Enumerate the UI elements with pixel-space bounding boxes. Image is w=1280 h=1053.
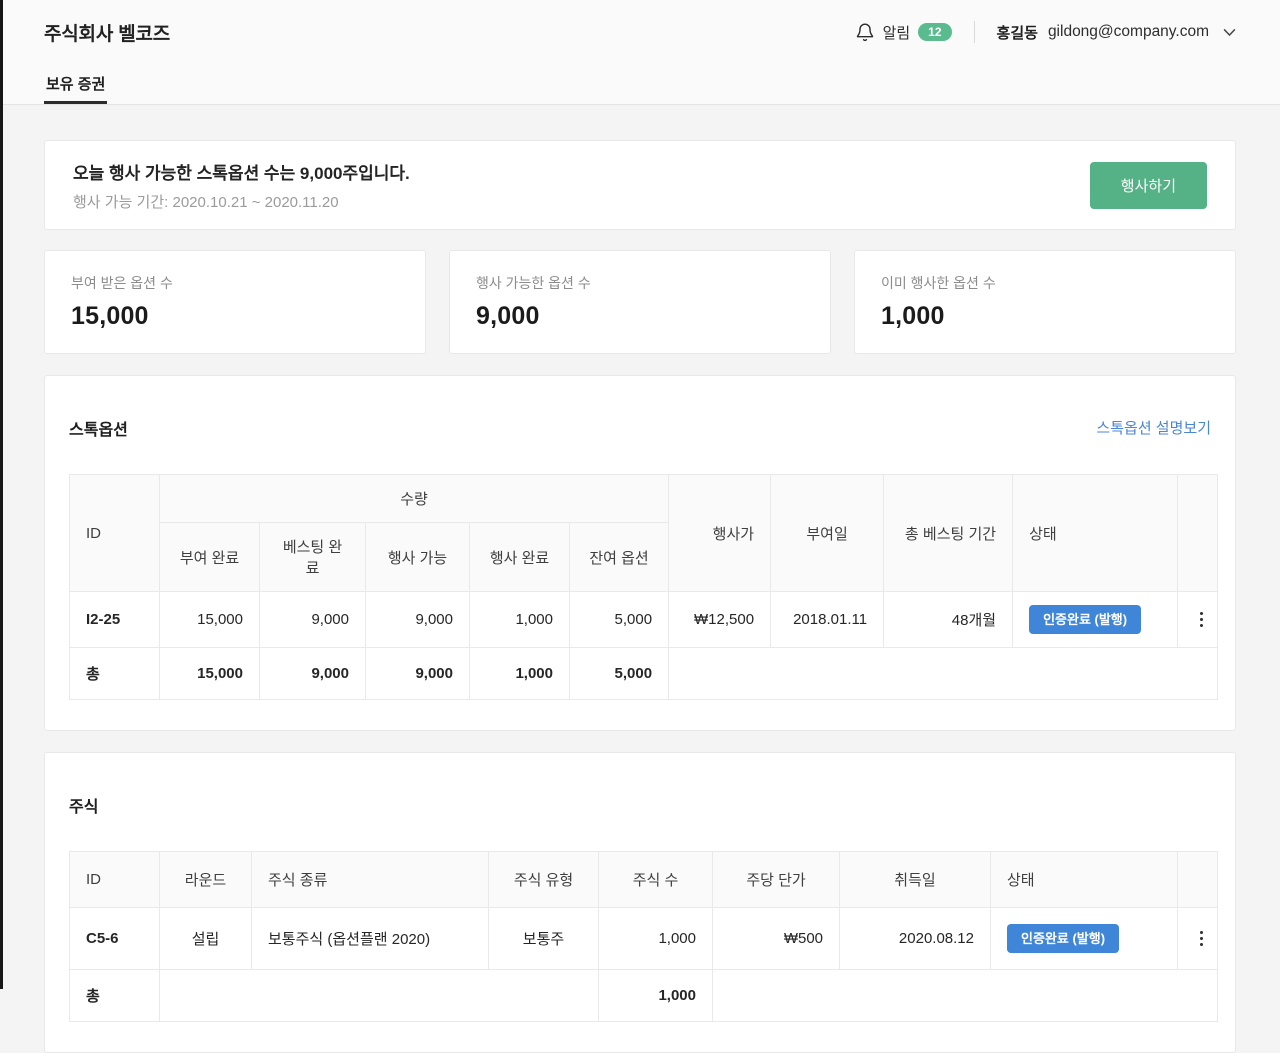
- total-row-spacer: [712, 969, 1218, 1022]
- col-header-id: ID: [69, 474, 160, 592]
- share-acquired-date: 2020.08.12: [839, 907, 991, 970]
- user-email: gildong@company.com: [1047, 23, 1209, 40]
- col-header-actions: [1177, 474, 1219, 592]
- total-granted: 15,000: [159, 647, 260, 700]
- total-row-spacer: [159, 969, 599, 1022]
- col-header-vested: 베스팅 완료: [259, 522, 366, 592]
- col-header-share-count: 주식 수: [598, 851, 713, 908]
- col-header-id: ID: [69, 851, 160, 908]
- main-content: 오늘 행사 가능한 스톡옵션 수는 9,000주입니다. 행사 가능 기간: 2…: [0, 140, 1280, 1053]
- col-header-vesting-period: 총 베스팅 기간: [883, 474, 1014, 592]
- option-grant-date: 2018.01.11: [770, 591, 885, 648]
- share-round: 설립: [159, 907, 252, 970]
- total-vested: 9,000: [259, 647, 366, 700]
- col-header-share-type: 주식 유형: [488, 851, 599, 908]
- stock-option-total-row: 총 15,000 9,000 9,000 1,000 5,000: [69, 647, 1219, 700]
- notification-button[interactable]: 알림 12: [855, 22, 952, 43]
- share-total-row: 총 1,000: [69, 969, 1218, 1022]
- option-remaining: 5,000: [568, 591, 670, 648]
- stat-label: 행사 가능한 옵션 수: [476, 275, 591, 291]
- col-header-round: 라운드: [159, 851, 252, 908]
- share-unit-price: ₩500: [712, 907, 840, 970]
- chevron-down-icon: [1223, 28, 1236, 37]
- col-header-exercised: 행사 완료: [469, 522, 570, 592]
- stat-value: 9,000: [476, 302, 540, 330]
- stock-options-info-link[interactable]: 스톡옵션 설명보기: [1096, 417, 1211, 438]
- total-share-count: 1,000: [598, 969, 713, 1022]
- option-exercised: 1,000: [469, 591, 570, 648]
- status-badge: 인증완료 (발행): [1029, 605, 1142, 634]
- card-granted-options: 부여 받은 옵션 수 15,000: [44, 250, 426, 354]
- stock-options-title: 스톡옵션: [69, 421, 128, 439]
- bell-icon: [855, 22, 875, 43]
- col-header-quantity-group: 수량: [158, 474, 670, 523]
- notification-count-badge: 12: [918, 23, 952, 41]
- card-exercised-options: 이미 행사한 옵션 수 1,000: [854, 250, 1236, 354]
- option-exercisable: 9,000: [365, 591, 470, 648]
- col-header-acquired-date: 취득일: [839, 851, 991, 908]
- share-type: 보통주: [488, 907, 599, 970]
- option-granted: 15,000: [159, 591, 260, 648]
- exercise-button[interactable]: 행사하기: [1089, 161, 1207, 209]
- company-title: 주식회사 벨코즈: [44, 23, 171, 45]
- exercise-period: 행사 가능 기간: 2020.10.21 ~ 2020.11.20: [73, 193, 339, 211]
- share-count: 1,000: [598, 907, 713, 970]
- col-header-unit-price: 주당 단가: [712, 851, 840, 908]
- stat-label: 부여 받은 옵션 수: [71, 275, 173, 291]
- kebab-menu-icon[interactable]: [1194, 608, 1208, 631]
- share-id: C5-6: [69, 907, 160, 970]
- tab-bar: 보유 증권: [44, 64, 1236, 104]
- stat-value: 1,000: [881, 302, 945, 330]
- app-header: 주식회사 벨코즈 알림 12 홍길동 gildong@company.com 보…: [0, 0, 1280, 105]
- total-label: 총: [69, 647, 160, 700]
- shares-title: 주식: [69, 798, 99, 816]
- window-left-edge: [0, 0, 3, 989]
- user-menu[interactable]: 홍길동 gildong@company.com: [997, 22, 1236, 43]
- notification-label: 알림: [882, 24, 911, 42]
- col-header-share-class: 주식 종류: [251, 851, 489, 908]
- col-header-actions: [1177, 851, 1218, 908]
- share-row: C5-6 설립 보통주식 (옵션플랜 2020) 보통주 1,000 ₩500 …: [69, 907, 1218, 970]
- share-class: 보통주식 (옵션플랜 2020): [251, 907, 489, 970]
- stock-options-section: 스톡옵션 스톡옵션 설명보기 ID 수량 행사가 부여일 총 베스팅 기간 상태: [44, 375, 1236, 731]
- total-remaining: 5,000: [568, 647, 670, 700]
- col-header-remaining: 잔여 옵션: [568, 522, 670, 592]
- stock-option-row: I2-25 15,000 9,000 9,000 1,000 5,000 ₩12…: [69, 591, 1219, 648]
- stat-label: 이미 행사한 옵션 수: [881, 275, 996, 291]
- user-name: 홍길동: [996, 24, 1038, 42]
- shares-table: ID 라운드 주식 종류 주식 유형 주식 수 주당 단가 취득일 상태 C5-…: [69, 851, 1218, 1022]
- status-badge: 인증완료 (발행): [1007, 924, 1120, 953]
- col-header-strike-price: 행사가: [668, 474, 772, 592]
- total-exercisable: 9,000: [365, 647, 470, 700]
- total-label: 총: [69, 969, 160, 1022]
- tab-holdings[interactable]: 보유 증권: [44, 64, 108, 104]
- kebab-menu-icon[interactable]: [1194, 927, 1208, 950]
- option-vesting-period: 48개월: [883, 591, 1014, 648]
- option-strike-price: ₩12,500: [668, 591, 772, 648]
- col-header-status: 상태: [990, 851, 1178, 908]
- shares-section: 주식 ID 라운드 주식 종류 주식 유형 주식 수 주당 단가 취득일 상태: [44, 752, 1236, 1053]
- col-header-granted: 부여 완료: [159, 522, 260, 592]
- stat-value: 15,000: [71, 302, 149, 330]
- option-id: I2-25: [69, 591, 160, 648]
- col-header-exercisable: 행사 가능: [365, 522, 470, 592]
- total-exercised: 1,000: [469, 647, 570, 700]
- col-header-status: 상태: [1012, 474, 1179, 592]
- stock-options-table: ID 수량 행사가 부여일 총 베스팅 기간 상태 부여 완료 베스팅 완료 행…: [69, 474, 1219, 700]
- summary-cards: 부여 받은 옵션 수 15,000 행사 가능한 옵션 수 9,000 이미 행…: [44, 250, 1236, 354]
- col-header-grant-date: 부여일: [770, 474, 885, 592]
- exercise-banner: 오늘 행사 가능한 스톡옵션 수는 9,000주입니다. 행사 가능 기간: 2…: [44, 140, 1236, 230]
- total-row-spacer: [668, 647, 1219, 700]
- option-vested: 9,000: [259, 591, 366, 648]
- header-divider: [973, 21, 975, 43]
- exercise-banner-title: 오늘 행사 가능한 스톡옵션 수는 9,000주입니다.: [73, 163, 410, 183]
- card-exercisable-options: 행사 가능한 옵션 수 9,000: [449, 250, 831, 354]
